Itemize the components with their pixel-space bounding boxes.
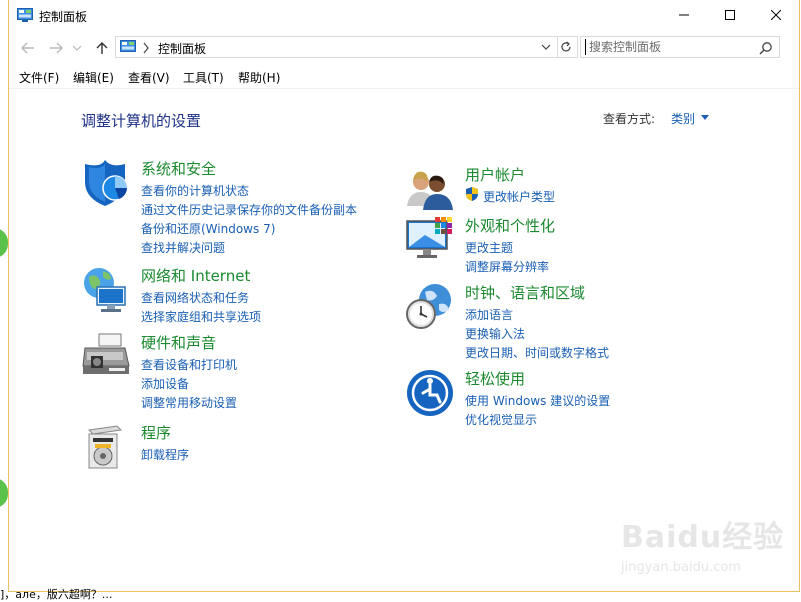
category-title[interactable]: 网络和 Internet (141, 265, 250, 286)
category-link[interactable]: 添加设备 (141, 375, 189, 392)
category-link[interactable]: 优化视觉显示 (465, 411, 537, 428)
breadcrumb-control-panel[interactable]: 控制面板 (158, 40, 206, 57)
search-box (580, 36, 780, 58)
menu-view[interactable]: 查看(V) (128, 69, 170, 86)
close-icon (771, 10, 781, 20)
category-title[interactable]: 轻松使用 (465, 368, 525, 389)
category-link[interactable]: 调整屏幕分辨率 (465, 258, 549, 275)
side-decoration (0, 228, 8, 258)
menu-edit[interactable]: 编辑(E) (73, 69, 114, 86)
menu-bar: 文件(F) 编辑(E) 查看(V) 工具(T) 帮助(H) (9, 66, 799, 89)
system-security-icon[interactable] (81, 158, 131, 208)
maximize-button[interactable] (707, 0, 753, 30)
category-link[interactable]: 更改主题 (465, 239, 513, 256)
category-title[interactable]: 硬件和声音 (141, 332, 216, 353)
menu-tools[interactable]: 工具(T) (183, 69, 224, 86)
category-title[interactable]: 外观和个性化 (465, 215, 555, 236)
window-title: 控制面板 (39, 10, 88, 24)
category-link[interactable]: 通过文件历史记录保存你的文件备份副本 (141, 201, 357, 218)
search-input[interactable] (585, 39, 759, 55)
category-title[interactable]: 系统和安全 (141, 158, 216, 179)
category-link[interactable]: 调整常用移动设置 (141, 394, 237, 411)
title-bar: 控制面板 (9, 0, 799, 32)
category-title[interactable]: 时钟、语言和区域 (465, 282, 585, 303)
category-link[interactable]: 更换输入法 (465, 325, 525, 342)
page-title: 调整计算机的设置 (81, 112, 202, 130)
search-icon[interactable] (759, 41, 773, 55)
category-link[interactable]: 更改日期、时间或数字格式 (465, 344, 609, 361)
close-button[interactable] (753, 0, 799, 30)
refresh-button[interactable] (554, 36, 578, 58)
address-dropdown-icon[interactable] (541, 41, 551, 53)
control-panel-icon (120, 40, 136, 52)
clock-region-icon[interactable] (405, 282, 455, 332)
watermark-url: jingyan.baidu.com (621, 560, 741, 575)
up-arrow-icon (96, 42, 108, 54)
user-accounts-icon[interactable] (405, 164, 455, 214)
back-arrow-icon (21, 42, 34, 54)
ease-of-access-icon[interactable] (405, 368, 455, 418)
maximize-icon (725, 10, 735, 20)
programs-icon[interactable] (81, 422, 131, 472)
uac-shield-icon (466, 187, 478, 201)
recent-locations-button[interactable] (71, 39, 83, 57)
category-link[interactable]: 添加语言 (465, 306, 513, 323)
main-content: 调整计算机的设置 查看方式: 类别 系统和安全 查看你的计算机状态 通过文件历史… (9, 88, 799, 592)
category-link[interactable]: 备份和还原(Windows 7) (141, 220, 275, 237)
forward-button[interactable] (47, 39, 65, 57)
category-link[interactable]: 更改帐户类型 (483, 188, 555, 205)
category-link[interactable]: 卸载程序 (141, 446, 189, 463)
category-link[interactable]: 查找并解决问题 (141, 239, 225, 256)
appearance-icon[interactable] (405, 215, 455, 265)
hardware-sound-icon[interactable] (81, 332, 131, 382)
forward-arrow-icon (50, 42, 63, 54)
control-panel-window: 控制面板 控制面板 搜索控制面板 文件(F) 编辑(E) 查看(V) 工具(T)… (8, 0, 800, 592)
breadcrumb-chevron-icon (143, 42, 149, 54)
category-link[interactable]: 使用 Windows 建议的设置 (465, 392, 610, 409)
navigation-bar: 控制面板 (9, 34, 799, 62)
up-button[interactable] (93, 39, 111, 57)
network-internet-icon[interactable] (81, 265, 131, 315)
menu-help[interactable]: 帮助(H) (238, 69, 280, 86)
watermark-logo: Baidu经验 (621, 520, 785, 555)
menu-file[interactable]: 文件(F) (19, 69, 59, 86)
chevron-down-icon (73, 45, 81, 51)
category-link[interactable]: 查看你的计算机状态 (141, 182, 249, 199)
category-title[interactable]: 用户帐户 (465, 164, 525, 185)
category-link[interactable]: 查看网络状态和任务 (141, 289, 249, 306)
minimize-button[interactable] (661, 0, 707, 30)
side-decoration (0, 478, 8, 508)
refresh-icon (560, 41, 571, 52)
control-panel-icon (17, 8, 33, 22)
category-link[interactable]: 查看设备和打印机 (141, 356, 237, 373)
view-by-label: 查看方式: (603, 112, 656, 126)
category-title[interactable]: 程序 (141, 422, 171, 443)
view-by-dropdown[interactable]: 类别 (671, 110, 695, 127)
minimize-icon (679, 14, 689, 16)
address-bar[interactable]: 控制面板 (115, 36, 558, 58)
back-button[interactable] (19, 39, 37, 57)
category-link[interactable]: 选择家庭组和共享选项 (141, 308, 261, 325)
dropdown-caret-icon[interactable] (701, 115, 709, 120)
